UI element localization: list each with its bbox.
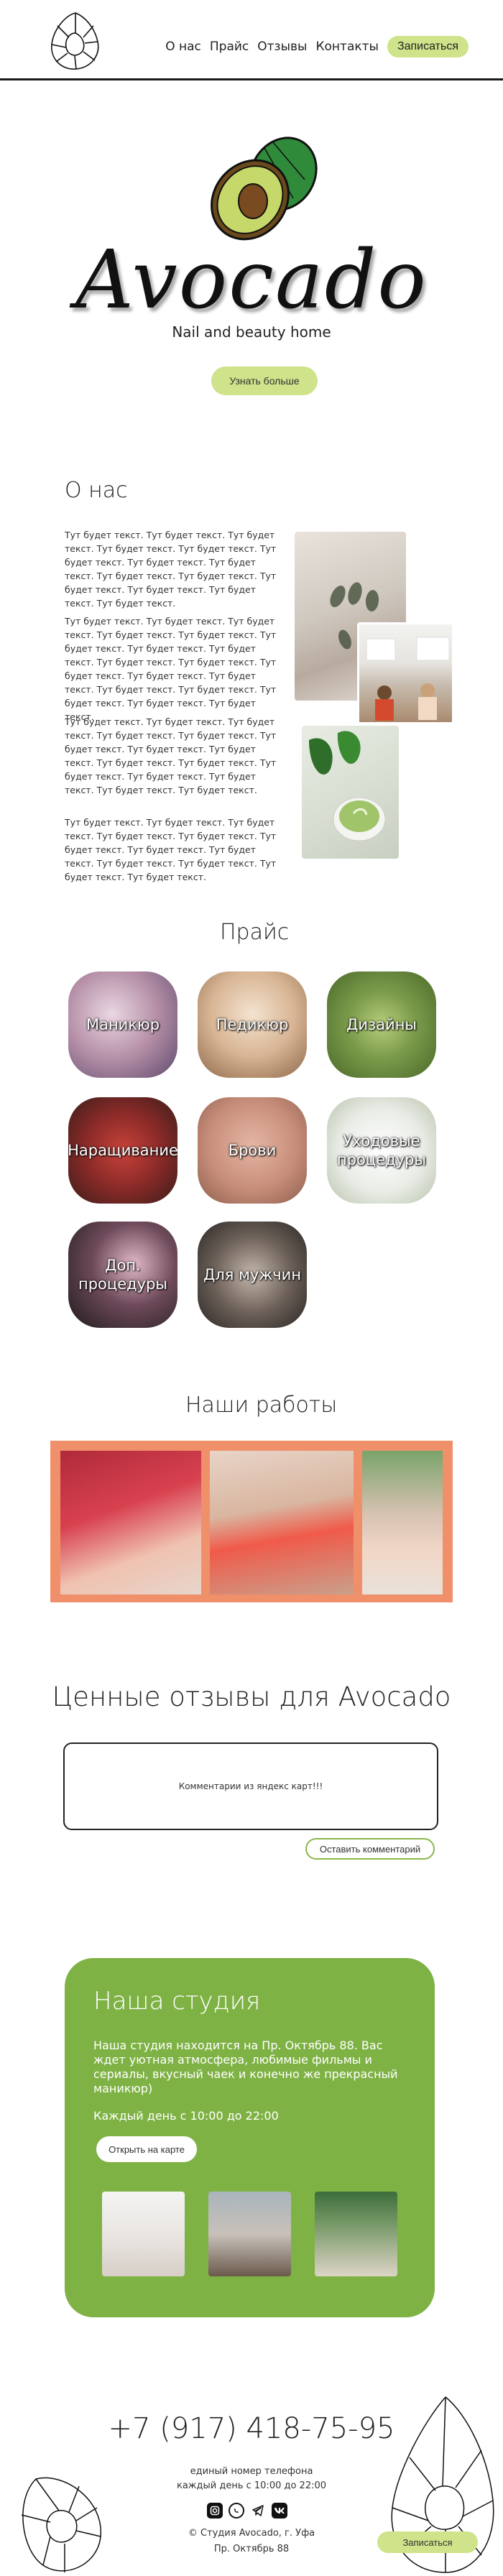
nav-price[interactable]: Прайс [210,40,249,54]
avocado-logo-icon[interactable] [43,9,108,73]
price-tile-label: Педикюр [216,1016,289,1033]
price-tile-label: Уходовые процедуры [337,1132,426,1168]
about-paragraph-3: Тут будет текст. Тут будет текст. Тут бу… [65,716,277,795]
work-photo-2[interactable] [210,1451,354,1594]
nav-reviews[interactable]: Отзывы [257,40,307,54]
price-tile-label: Брови [228,1142,277,1159]
studio-photo-2[interactable] [208,2192,291,2276]
work-photo-3[interactable] [362,1451,443,1594]
studio-hours: Каждый день с 10:00 до 22:00 [93,2109,279,2123]
price-tile-label: Маникюр [86,1016,160,1033]
about-paragraph-2: Тут будет текст. Тут будет текст. Тут бу… [65,616,277,722]
price-tile-extra[interactable]: Доп. процедуры [68,1222,177,1328]
main-nav: О нас Прайс Отзывы Контакты Записаться [165,36,469,57]
open-map-button[interactable]: Открыть на карте [96,2136,197,2162]
nav-contacts[interactable]: Контакты [315,40,379,54]
social-links [207,2503,287,2519]
about-photo-salon [357,622,454,724]
work-photo-1[interactable] [60,1451,201,1594]
nav-about[interactable]: О нас [165,40,201,54]
price-tile-designs[interactable]: Дизайны [327,971,436,1078]
price-tile-extensions[interactable]: Наращивание [68,1097,177,1204]
brand-title: Avocado [75,234,428,327]
price-tile-care[interactable]: Уходовые процедуры [327,1097,436,1204]
vk-icon[interactable] [272,2503,287,2519]
telegram-icon[interactable] [250,2503,266,2519]
studio-card: Наша студия Наша студия находится на Пр.… [65,1958,435,2317]
studio-photo-1[interactable] [102,2192,185,2276]
reviews-title: Ценные отзывы для Avocado [52,1681,451,1712]
price-tile-label: Для мужчин [203,1266,302,1283]
footer-phone-note: единый номер телефона [190,2466,313,2477]
works-gallery [50,1441,453,1602]
footer-phone[interactable]: +7 (917) 418-75-95 [0,2412,503,2445]
price-tile-men[interactable]: Для мужчин [198,1222,307,1328]
price-tile-label: Дизайны [346,1016,417,1033]
footer-hours: каждый день с 10:00 до 22:00 [176,2480,327,2491]
reviews-embed: Комментарии из яндекс карт!!! [63,1742,438,1830]
price-tile-label: Доп. процедуры [78,1257,167,1293]
studio-photo-3[interactable] [315,2192,397,2276]
about-title: О нас [65,478,128,503]
reviews-placeholder-text: Комментарии из яндекс карт!!! [178,1781,323,1791]
price-tile-label: Наращивание [68,1142,177,1159]
price-tile-brows[interactable]: Брови [198,1097,307,1204]
instagram-icon[interactable] [207,2503,223,2519]
price-title: Прайс [220,920,290,945]
price-tile-pedicure[interactable]: Педикюр [198,971,307,1078]
brand-tagline: Nail and beauty home [172,323,331,341]
header-book-button[interactable]: Записаться [387,36,469,57]
price-tile-manicure[interactable]: Маникюр [68,971,177,1078]
studio-description: Наша студия находится на Пр. Октябрь 88.… [93,2039,398,2095]
whatsapp-icon[interactable] [229,2503,244,2519]
studio-title: Наша студия [93,1987,261,2016]
site-header: О нас Прайс Отзывы Контакты Записаться [0,0,503,80]
leave-comment-button[interactable]: Оставить комментарий [305,1838,435,1860]
about-paragraph-4: Тут будет текст. Тут будет текст. Тут бу… [65,817,277,882]
footer-book-button[interactable]: Записаться [377,2531,478,2553]
learn-more-button[interactable]: Узнать больше [211,366,318,395]
about-paragraph-1: Тут будет текст. Тут будет текст. Тут бу… [65,530,277,609]
works-title: Наши работы [185,1393,338,1418]
about-photo-matcha [302,726,399,859]
